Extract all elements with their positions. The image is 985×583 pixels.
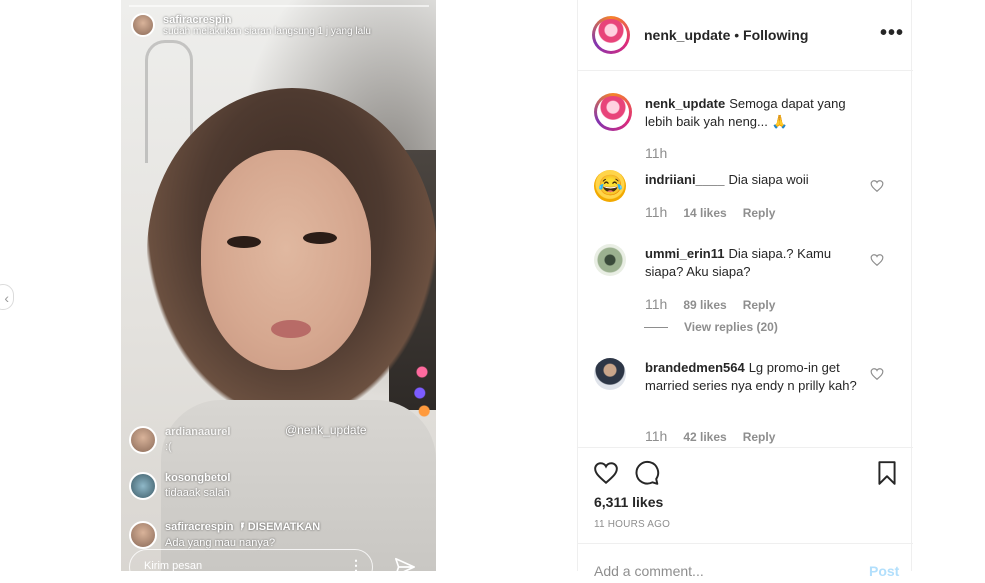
likes-count[interactable]: 6,311 likes xyxy=(594,494,663,510)
post-sidebar: nenk_update • Following ••• nenk_update S… xyxy=(577,0,913,579)
live-comment-text: :( xyxy=(165,441,172,453)
live-message-input[interactable]: Kirim pesan xyxy=(129,549,373,571)
live-hearts xyxy=(411,360,433,420)
post-actions: 6,311 likes 11 HOURS AGO Add a comment..… xyxy=(578,447,913,579)
live-comment: ardianaaurel :( xyxy=(129,426,230,454)
comment-username[interactable]: ummi_erin11 xyxy=(645,246,725,261)
story-progress-bar xyxy=(129,5,429,7)
avatar[interactable] xyxy=(131,13,155,37)
view-replies-label: View replies (20) xyxy=(684,320,778,334)
post-header: nenk_update • Following ••• xyxy=(578,0,913,71)
live-comment-username: kosongbetol xyxy=(165,472,231,484)
like-heart-icon[interactable] xyxy=(593,460,619,486)
list-item: brandedmen564 Lg promo-in get married ser… xyxy=(594,358,894,447)
video-person-eye xyxy=(303,232,337,244)
caption-time: 11h xyxy=(645,145,668,161)
caption-meta: 11h xyxy=(645,145,667,161)
comment-username[interactable]: indriiani____ xyxy=(645,172,724,187)
following-button[interactable]: Following xyxy=(743,27,808,43)
live-comment: kosongbetol tidaaak salah xyxy=(129,472,230,500)
list-item: ummi_erin11 Dia siapa.? Kamu siapa? Aku s… xyxy=(594,244,894,336)
live-comment-username: safiracrespin 🖡 DISEMATKAN xyxy=(165,521,320,534)
reply-button[interactable]: Reply xyxy=(743,298,776,312)
caption-body: nenk_update Semoga dapat yang lebih baik … xyxy=(645,95,870,131)
comment-body: brandedmen564 Lg promo-in get married ser… xyxy=(645,359,870,395)
send-icon[interactable] xyxy=(394,556,416,571)
comments-list[interactable]: nenk_update Semoga dapat yang lebih baik … xyxy=(578,71,913,447)
reply-button[interactable]: Reply xyxy=(743,430,776,444)
heart-icon[interactable] xyxy=(870,367,884,381)
live-comment-username: ardianaaurel xyxy=(165,426,231,438)
list-item: 😂 indriiani____ Dia siapa woii 11h 14 lik… xyxy=(594,170,894,230)
post-author-username[interactable]: nenk_update xyxy=(644,27,730,43)
avatar[interactable] xyxy=(592,16,630,54)
more-options-icon[interactable]: ••• xyxy=(880,22,904,45)
bookmark-icon[interactable] xyxy=(874,460,900,486)
avatar[interactable]: 😂 xyxy=(594,170,626,202)
comment-input[interactable]: Add a comment... xyxy=(594,563,704,579)
comment-body: indriiani____ Dia siapa woii xyxy=(645,171,870,189)
chevron-left-icon: ‹ xyxy=(4,290,9,306)
view-replies-button[interactable]: View replies (20) xyxy=(644,320,778,334)
comment-likes[interactable]: 89 likes xyxy=(683,298,726,312)
live-comment-text: Ada yang mau nanya? xyxy=(165,537,276,549)
avatar[interactable] xyxy=(594,358,626,390)
pinned-label: 🖡 DISEMATKAN xyxy=(240,521,321,533)
heart-icon[interactable] xyxy=(870,253,884,267)
live-comment-pinned: safiracrespin 🖡 DISEMATKAN Ada yang mau … xyxy=(129,521,320,549)
mention-tag: @nenk_update xyxy=(285,423,367,437)
comment-body: ummi_erin11 Dia siapa.? Kamu siapa? Aku s… xyxy=(645,245,870,281)
laughing-emoji-icon: 😂 xyxy=(598,175,623,197)
live-host-status: sudah melakukan siaran langsung 1 j yang… xyxy=(163,25,371,37)
more-vertical-icon[interactable]: ⋮ xyxy=(349,557,363,571)
caption-username[interactable]: nenk_update xyxy=(645,96,725,111)
avatar[interactable] xyxy=(594,93,632,131)
video-person-mouth xyxy=(271,320,311,338)
post-timestamp: 11 HOURS AGO xyxy=(594,519,671,530)
heart-icon[interactable] xyxy=(870,179,884,193)
avatar xyxy=(129,426,157,454)
divider xyxy=(644,326,668,328)
live-host-username[interactable]: safiracrespin xyxy=(163,14,371,26)
avatar xyxy=(129,521,157,549)
caption: nenk_update Semoga dapat yang lebih baik … xyxy=(594,93,894,165)
post-button[interactable]: Post xyxy=(869,563,899,579)
comment-likes[interactable]: 42 likes xyxy=(683,430,726,444)
reply-button[interactable]: Reply xyxy=(743,206,776,220)
video-person-eye xyxy=(227,236,261,248)
post-video[interactable]: safiracrespin sudah melakukan siaran lan… xyxy=(121,0,436,571)
comment-time: 11h xyxy=(645,428,668,444)
comment-meta: 11h 14 likes Reply xyxy=(645,204,775,220)
comment-text: Dia siapa woii xyxy=(728,172,809,187)
live-host: safiracrespin sudah melakukan siaran lan… xyxy=(131,13,371,37)
add-comment-bar: Add a comment... Post xyxy=(578,543,913,583)
comment-likes[interactable]: 14 likes xyxy=(683,206,726,220)
comment-bubble-icon[interactable] xyxy=(634,460,660,486)
comment-meta: 11h 42 likes Reply xyxy=(645,428,775,444)
comment-time: 11h xyxy=(645,204,668,220)
comment-username[interactable]: brandedmen564 xyxy=(645,360,745,375)
post-author: nenk_update • Following xyxy=(644,27,808,43)
live-comment-text: tidaaak salah xyxy=(165,487,230,499)
live-comment-username-text: safiracrespin xyxy=(165,521,234,533)
comment-meta: 11h 89 likes Reply xyxy=(645,296,775,312)
avatar xyxy=(129,472,157,500)
separator-dot: • xyxy=(730,27,744,43)
avatar[interactable] xyxy=(594,244,626,276)
comment-time: 11h xyxy=(645,296,668,312)
